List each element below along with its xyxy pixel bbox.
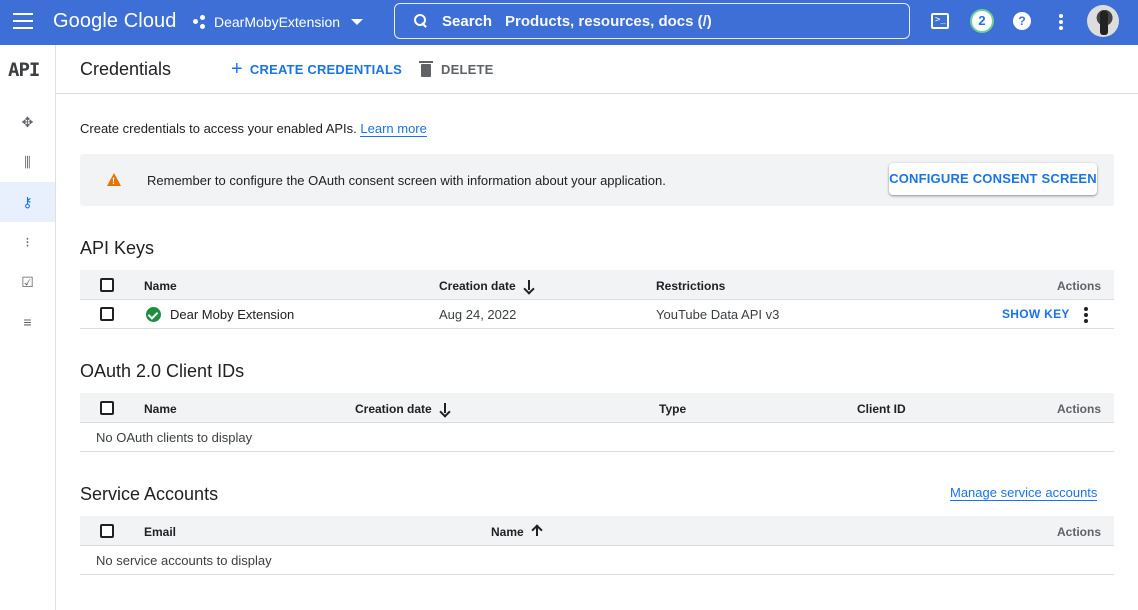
column-creation-date-label: Creation date bbox=[355, 402, 432, 416]
page-title: Credentials bbox=[80, 59, 172, 79]
show-key-button[interactable]: SHOW KEY bbox=[1002, 307, 1070, 321]
column-actions: Actions bbox=[1057, 525, 1102, 539]
learn-more-link[interactable]: Learn more bbox=[360, 121, 427, 137]
column-creation-date-label: Creation date bbox=[439, 279, 516, 293]
row-checkbox[interactable] bbox=[100, 307, 114, 321]
menu-icon[interactable] bbox=[13, 13, 33, 29]
project-name: DearMobyExtension bbox=[214, 14, 341, 30]
select-all-checkbox[interactable] bbox=[100, 401, 114, 415]
help-icon[interactable]: ? bbox=[1013, 12, 1031, 30]
api-key-name[interactable]: Dear Moby Extension bbox=[170, 307, 294, 322]
column-email[interactable]: Email bbox=[144, 525, 176, 539]
column-actions: Actions bbox=[1057, 279, 1102, 293]
service-accounts-empty-text: No service accounts to display bbox=[96, 553, 272, 568]
intro-text: Create credentials to access your enable… bbox=[80, 121, 427, 137]
diamond-icon: ✥ bbox=[21, 114, 34, 130]
column-type[interactable]: Type bbox=[659, 402, 686, 416]
column-name[interactable]: Name bbox=[144, 402, 177, 416]
api-keys-title: API Keys bbox=[80, 238, 155, 258]
left-nav-rail: API ✥ ⫼ ⚷ ⁝ ☑ ≡ bbox=[0, 45, 56, 610]
consent-icon: ⁝ bbox=[25, 234, 30, 250]
empty-row: No OAuth clients to display bbox=[80, 423, 1114, 452]
avatar[interactable] bbox=[1087, 5, 1119, 37]
arrow-down-icon bbox=[440, 403, 450, 415]
configure-consent-screen-button[interactable]: CONFIGURE CONSENT SCREEN bbox=[889, 163, 1097, 195]
column-creation-date[interactable]: Creation date bbox=[355, 402, 450, 416]
trash-icon bbox=[419, 60, 433, 77]
rail-item-page-usage[interactable]: ≡ bbox=[0, 302, 55, 342]
search-label: Search bbox=[442, 12, 493, 30]
settings-list-icon: ≡ bbox=[23, 314, 32, 330]
row-more-icon[interactable] bbox=[1083, 307, 1089, 323]
api-keys-table-header: Name Creation date Restrictions Actions bbox=[80, 270, 1114, 300]
more-options-icon[interactable] bbox=[1058, 14, 1064, 30]
oauth-empty-text: No OAuth clients to display bbox=[96, 430, 253, 445]
empty-row: No service accounts to display bbox=[80, 546, 1114, 575]
api-logo: API bbox=[8, 59, 40, 81]
key-icon: ⚷ bbox=[22, 194, 33, 210]
chevron-down-icon bbox=[351, 19, 364, 25]
select-all-checkbox[interactable] bbox=[100, 524, 114, 538]
search-input[interactable]: Search Products, resources, docs (/) bbox=[394, 3, 910, 39]
intro-text-body: Create credentials to access your enable… bbox=[80, 121, 357, 136]
top-app-bar: Google Cloud DearMobyExtension Search Pr… bbox=[0, 0, 1138, 45]
column-restrictions[interactable]: Restrictions bbox=[656, 279, 725, 293]
api-key-date: Aug 24, 2022 bbox=[439, 307, 517, 322]
column-name[interactable]: Name bbox=[144, 279, 177, 293]
delete-button[interactable]: DELETE bbox=[419, 59, 494, 79]
manage-service-accounts-link[interactable]: Manage service accounts bbox=[950, 485, 1098, 501]
project-selector[interactable]: DearMobyExtension bbox=[193, 10, 364, 34]
rail-item-domain-verification[interactable]: ☑ bbox=[0, 262, 55, 302]
check-circle-icon bbox=[146, 307, 161, 322]
rail-item-library[interactable]: ⫼ bbox=[0, 142, 55, 182]
arrow-down-icon bbox=[524, 280, 534, 292]
rail-item-credentials[interactable]: ⚷ bbox=[0, 182, 55, 222]
api-key-restrictions: YouTube Data API v3 bbox=[656, 307, 780, 322]
search-icon bbox=[414, 14, 428, 28]
notifications-badge[interactable]: 2 bbox=[970, 9, 994, 33]
rail-item-consent[interactable]: ⁝ bbox=[0, 222, 55, 262]
checkbox-icon: ☑ bbox=[21, 274, 34, 290]
create-credentials-button[interactable]: + CREATE CREDENTIALS bbox=[231, 59, 402, 79]
project-icon bbox=[193, 15, 207, 29]
cloud-shell-icon[interactable]: >_ bbox=[931, 13, 949, 29]
column-name-label: Name bbox=[491, 525, 524, 539]
arrow-up-icon bbox=[532, 526, 542, 538]
create-credentials-label: CREATE CREDENTIALS bbox=[249, 61, 403, 77]
page-header: Credentials + CREATE CREDENTIALS DELETE bbox=[56, 45, 1138, 94]
column-creation-date[interactable]: Creation date bbox=[439, 279, 534, 293]
oauth-title: OAuth 2.0 Client IDs bbox=[80, 361, 245, 381]
select-all-checkbox[interactable] bbox=[100, 278, 114, 292]
google-cloud-logo[interactable]: Google Cloud bbox=[53, 10, 177, 33]
column-client-id[interactable]: Client ID bbox=[857, 402, 906, 416]
delete-label: DELETE bbox=[441, 61, 494, 77]
rail-item-enabled-apis[interactable]: ✥ bbox=[0, 102, 55, 142]
service-accounts-title: Service Accounts bbox=[80, 484, 219, 504]
oauth-warning-banner: Remember to configure the OAuth consent … bbox=[80, 154, 1114, 206]
warning-icon bbox=[107, 173, 121, 186]
library-icon: ⫼ bbox=[24, 154, 31, 170]
column-name[interactable]: Name bbox=[491, 525, 542, 539]
table-row: Dear Moby Extension Aug 24, 2022 YouTube… bbox=[80, 300, 1114, 329]
service-accounts-table-header: Email Name Actions bbox=[80, 516, 1114, 546]
banner-text: Remember to configure the OAuth consent … bbox=[147, 173, 666, 188]
column-actions: Actions bbox=[1057, 402, 1102, 416]
oauth-table-header: Name Creation date Type Client ID Action… bbox=[80, 393, 1114, 423]
search-placeholder: Products, resources, docs (/) bbox=[505, 12, 712, 30]
plus-icon: + bbox=[231, 58, 243, 80]
